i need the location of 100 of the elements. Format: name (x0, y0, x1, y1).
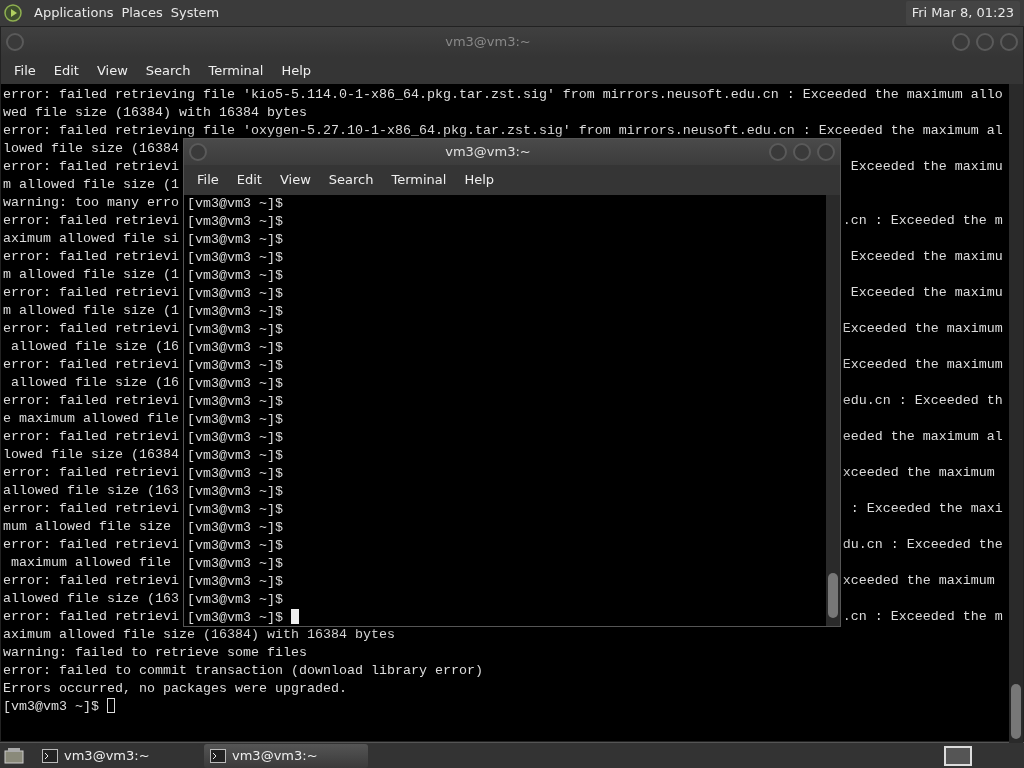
terminal-text: allowed file size (163 (3, 590, 179, 608)
terminal-text: error: failed retrieving file 'oxygen-5.27.10-1-x86_64.pkg.tar.zst.sig' from mirrors.neusoft.edu.cn : Exceeded the maximum al (3, 122, 1003, 140)
scrollbar[interactable] (826, 195, 840, 626)
terminal-text: aximum allowed file si (3, 230, 179, 248)
menu-item[interactable]: Edit (227, 170, 271, 190)
terminal-text: error: failed retrievi (3, 608, 179, 626)
terminal-prompt: [vm3@vm3 ~]$ (187, 520, 283, 535)
terminal-prompt: [vm3@vm3 ~]$ (187, 232, 283, 247)
terminal-text: Exceeded the maximum (842, 320, 1003, 338)
menu-item[interactable]: Terminal (199, 60, 273, 81)
terminal-prompt: [vm3@vm3 ~]$ (187, 196, 283, 211)
terminal-prompt: [vm3@vm3 ~]$ (187, 214, 283, 229)
terminal-text: error: failed retrievi (3, 500, 179, 518)
taskbar-button[interactable]: vm3@vm3:~ (204, 743, 368, 768)
terminal-text: xceeded the maximum (842, 464, 995, 482)
terminal-text: Errors occurred, no packages were upgraded. (3, 680, 347, 698)
text-cursor (291, 609, 299, 624)
scrollbar[interactable] (1009, 84, 1023, 743)
terminal-text: maximum allowed file (10, 554, 171, 572)
desktop-icon[interactable] (4, 747, 24, 766)
terminal-prompt: [vm3@vm3 ~]$ (187, 484, 283, 499)
terminal-text: error: failed retrievi (3, 464, 179, 482)
window-button[interactable] (975, 32, 995, 52)
terminal-text: error: failed retrievi (3, 356, 179, 374)
terminal-prompt: [vm3@vm3 ~]$ (187, 268, 283, 283)
terminal-text: Exceeded the maximu (849, 158, 1003, 176)
terminal-prompt: [vm3@vm3 ~]$ (187, 610, 283, 625)
menu-item[interactable]: Search (136, 60, 200, 81)
terminal-text: e maximum allowed file (3, 410, 179, 428)
menu-item[interactable]: Search (319, 170, 383, 190)
terminal-text: .cn : Exceeded the m (842, 608, 1003, 626)
menu-item[interactable]: Help (455, 170, 504, 190)
terminal-text: error: failed retrieving file 'kio5-5.114.0-1-x86_64.pkg.tar.zst.sig' from mirrors.neusoft.edu.cn : Exceeded the maximum allo (3, 86, 1003, 104)
terminal-text: error: failed retrievi (3, 428, 179, 446)
menu-item[interactable]: View (270, 170, 320, 190)
terminal-prompt: [vm3@vm3 ~]$ (187, 286, 283, 301)
terminal-text: error: failed retrievi (3, 572, 179, 590)
terminal-text: lowed file size (16384 (3, 446, 179, 464)
window-button[interactable] (188, 142, 208, 163)
terminal-text: m allowed file size (1 (3, 266, 179, 284)
terminal-text: mum allowed file size (3, 518, 171, 536)
terminal-prompt: [vm3@vm3 ~]$ (187, 322, 283, 337)
window-title: vm3@vm3:~ (444, 33, 532, 52)
terminal-text: lowed file size (16384 (3, 140, 179, 158)
terminal-text: eeded the maximum al (842, 428, 1003, 446)
terminal-text: du.cn : Exceeded the (842, 536, 1003, 554)
terminal-text: error: failed retrievi (3, 284, 179, 302)
terminal-prompt: [vm3@vm3 ~]$ (187, 340, 283, 355)
menu-item[interactable]: Edit (44, 60, 88, 81)
terminal-prompt: [vm3@vm3 ~]$ (187, 556, 283, 571)
terminal-prompt: [vm3@vm3 ~]$ (187, 574, 283, 589)
panel-menu[interactable]: Places (117, 3, 167, 23)
terminal-text: Exceeded the maximu (849, 284, 1003, 302)
menu-item[interactable]: Terminal (382, 170, 456, 190)
terminal-text: allowed file size (16 (10, 374, 179, 392)
window-button[interactable] (816, 142, 836, 162)
window-button[interactable] (5, 32, 25, 53)
terminal-text: m allowed file size (1 (3, 176, 179, 194)
terminal-text: error: failed retrievi (3, 392, 179, 410)
terminal-prompt: [vm3@vm3 ~]$ (187, 376, 283, 391)
terminal-prompt: [vm3@vm3 ~]$ (187, 502, 283, 517)
terminal-text: error: failed retrievi (3, 158, 179, 176)
terminal-text: allowed file size (16 (10, 338, 179, 356)
menu-item[interactable]: Help (272, 60, 321, 81)
terminal-prompt: [vm3@vm3 ~]$ (187, 304, 283, 319)
logo-icon[interactable] (4, 4, 22, 22)
terminal-prompt: [vm3@vm3 ~]$ (3, 699, 99, 714)
terminal-text: aximum allowed file size (16384) with 16384 bytes (3, 626, 395, 644)
terminal-text: .cn : Exceeded the m (842, 212, 1003, 230)
terminal-prompt: [vm3@vm3 ~]$ (187, 358, 283, 373)
terminal-prompt: [vm3@vm3 ~]$ (187, 412, 283, 427)
terminal-text: allowed file size (163 (3, 482, 179, 500)
window-title: vm3@vm3:~ (444, 143, 532, 162)
terminal-text: warning: too many erro (3, 194, 179, 212)
menu-item[interactable]: File (188, 170, 228, 190)
terminal-prompt: [vm3@vm3 ~]$ (187, 394, 283, 409)
window-button[interactable] (999, 32, 1019, 52)
terminal-text: wed file size (16384) with 16384 bytes (3, 104, 307, 122)
window-button[interactable] (792, 142, 812, 162)
panel-menu[interactable]: System (166, 3, 224, 23)
terminal-prompt: [vm3@vm3 ~]$ (187, 250, 283, 265)
terminal-prompt: [vm3@vm3 ~]$ (187, 430, 283, 445)
panel-menu[interactable]: Applications (30, 3, 118, 23)
menu-item[interactable]: View (87, 60, 137, 81)
terminal-text: edu.cn : Exceeded th (842, 392, 1003, 410)
terminal-text: m allowed file size (1 (3, 302, 179, 320)
terminal-prompt: [vm3@vm3 ~]$ (187, 592, 283, 607)
terminal-text: : Exceeded the maxi (849, 500, 1003, 518)
terminal-text: error: failed retrievi (3, 212, 179, 230)
window-button[interactable] (951, 32, 971, 52)
window-button[interactable] (768, 142, 788, 162)
terminal-text: error: failed retrievi (3, 320, 179, 338)
workspace-button[interactable] (944, 745, 972, 766)
terminal-text: Exceeded the maximu (849, 248, 1003, 266)
clock: Fri Mar 8, 01:23 (905, 1, 1020, 25)
text-cursor (107, 698, 115, 713)
terminal-icon (42, 748, 58, 763)
terminal-prompt: [vm3@vm3 ~]$ (187, 466, 283, 481)
menu-item[interactable]: File (5, 60, 45, 81)
terminal-text: warning: failed to retrieve some files (3, 644, 307, 662)
